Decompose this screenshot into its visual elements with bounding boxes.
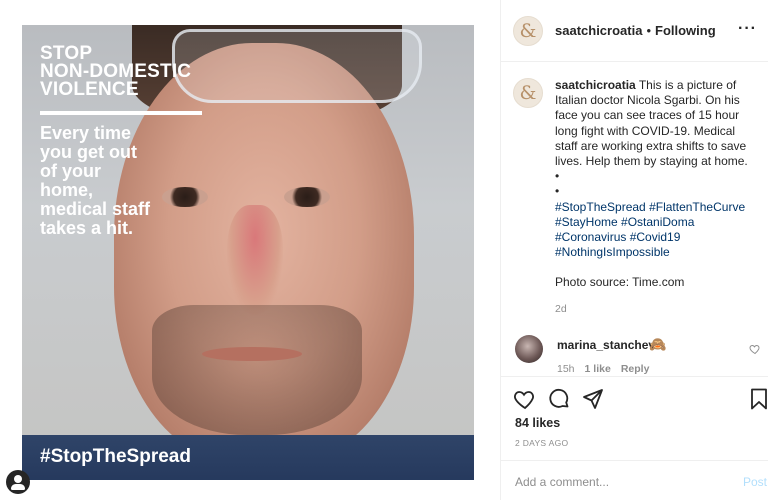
post-image-area: STOP NON-DOMESTIC VIOLENCE Every time yo… [0, 0, 500, 500]
commenter-avatar[interactable] [515, 335, 543, 363]
comment-likes-link[interactable]: 1 like [585, 363, 611, 375]
caption-text-line: This is a picture of [638, 78, 737, 92]
overlay-message-line: home, [40, 180, 94, 200]
caption-hashtag-links[interactable]: #StayHome #OstaniDoma [555, 215, 763, 230]
caption-bullet: • [555, 169, 560, 184]
post-caption: & saatchicroatia This is a picture of It… [513, 78, 763, 317]
photo-beard [152, 305, 362, 435]
comment-like-heart-icon[interactable] [749, 343, 761, 355]
share-icon[interactable] [581, 387, 605, 411]
add-comment-input[interactable] [515, 471, 715, 493]
post-actions-bar [501, 376, 768, 414]
likes-count-link[interactable]: 84 likes [515, 416, 560, 430]
post-header: & saatchicroatia • Following ··· [501, 0, 768, 62]
heart-icon[interactable] [513, 387, 537, 411]
comment-text: 🙈 [649, 336, 667, 352]
post-comment-button[interactable]: Post [743, 475, 767, 489]
overlay-message-line: takes a hit. [40, 218, 134, 238]
overlay-message-line: medical staff [40, 199, 151, 219]
caption-text-line: staff are working extra shifts to save [555, 138, 747, 153]
caption-avatar[interactable]: & [513, 78, 543, 108]
caption-username-link[interactable]: saatchicroatia [555, 78, 636, 92]
account-avatar[interactable]: & [513, 15, 543, 46]
caption-hashtag-links[interactable]: #Coronavirus #Covid19 [555, 230, 763, 245]
bookmark-icon[interactable] [747, 387, 768, 411]
photo-goggles [172, 29, 422, 103]
commenter-username-link[interactable]: marina_stanchev [557, 338, 655, 352]
more-options-icon[interactable]: ··· [738, 21, 757, 37]
account-username-link[interactable]: saatchicroatia [555, 23, 642, 38]
overlay-title: STOP NON-DOMESTIC VIOLENCE [40, 44, 191, 100]
caption-timestamp: 2d [555, 302, 567, 315]
comment-reply-button[interactable]: Reply [621, 363, 650, 375]
caption-text-line: face you can see traces of 15 hour [555, 108, 740, 123]
following-button[interactable]: Following [655, 23, 716, 38]
caption-hashtag-links[interactable]: #NothingIsImpossible [555, 245, 763, 260]
photo-mouth [202, 347, 302, 361]
caption-hashtag-links[interactable]: #StopTheSpread #FlattenTheCurve [555, 200, 763, 215]
overlay-message-line: Every time [40, 123, 132, 143]
comment-icon[interactable] [547, 387, 571, 411]
post-sidebar: & saatchicroatia • Following ··· & saatc… [500, 0, 768, 500]
photo-right-eye [284, 187, 330, 207]
add-comment-bar: Post [501, 460, 768, 500]
instagram-post-modal: STOP NON-DOMESTIC VIOLENCE Every time yo… [0, 0, 768, 500]
photo-nose [227, 205, 283, 315]
overlay-message: Every time you get out of your home, med… [40, 124, 200, 238]
post-date: 2 DAYS AGO [515, 438, 569, 448]
overlay-title-line: VIOLENCE [40, 79, 139, 100]
comment-meta: 15h 1 like Reply [557, 363, 649, 375]
overlay-message-line: of your [40, 161, 101, 181]
comment-time: 15h [557, 363, 575, 375]
caption-photo-source: Photo source: Time.com [555, 275, 685, 290]
caption-body: saatchicroatia This is a picture of Ital… [555, 78, 763, 317]
overlay-hashtag: #StopTheSpread [40, 446, 191, 467]
overlay-message-line: you get out [40, 142, 137, 162]
caption-text-line: lives. Help them by staying at home. [555, 154, 748, 169]
tagged-user-icon[interactable] [6, 470, 30, 494]
caption-text-line: long fight with COVID-19. Medical [555, 123, 736, 138]
header-separator: • [646, 23, 651, 38]
caption-text-line: Italian doctor Nicola Sgarbi. On his [555, 93, 740, 108]
overlay-divider [40, 111, 202, 115]
caption-bullet: • [555, 184, 560, 199]
